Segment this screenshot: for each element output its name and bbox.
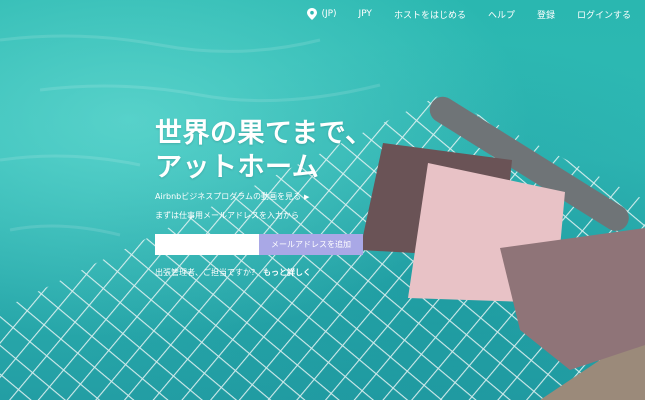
currency-label: JPY <box>358 9 372 19</box>
work-email-input[interactable] <box>155 234 259 255</box>
top-navigation: (JP) JPY ホストをはじめる ヘルプ 登録 ログインする <box>307 6 631 22</box>
email-prompt: まずは仕事用メールアドレスを入力から <box>155 211 299 220</box>
business-manager-line: 出張管理者、ご担当ですか？ もっと詳しく <box>155 267 311 278</box>
login-link[interactable]: ログインする <box>577 8 631 21</box>
become-host-link[interactable]: ホストをはじめる <box>394 8 466 21</box>
location-pin-icon <box>307 8 318 20</box>
headline-line-1: 世界の果てまで、 <box>155 118 373 149</box>
learn-more-link[interactable]: もっと詳しく <box>263 267 311 278</box>
business-question: 出張管理者、ご担当ですか？ <box>155 268 259 277</box>
play-arrow-icon: ▶ <box>303 192 310 201</box>
region-selector[interactable]: (JP) <box>307 8 337 20</box>
help-link[interactable]: ヘルプ <box>488 8 515 21</box>
currency-selector[interactable]: JPY <box>359 9 372 19</box>
watch-video-label: Airbnbビジネスプログラムの動画を見る <box>155 192 301 201</box>
hammock-scene <box>0 34 645 400</box>
region-label: (JP) <box>321 9 337 19</box>
hero-background <box>0 0 645 400</box>
add-email-button[interactable]: メールアドレスを追加 <box>259 234 363 255</box>
signup-link[interactable]: 登録 <box>537 8 555 21</box>
headline-line-2: アットホーム <box>155 152 320 183</box>
watch-video-link[interactable]: Airbnbビジネスプログラムの動画を見る ▶ <box>155 191 309 202</box>
hero-headline: 世界の果てまで、 アットホーム <box>155 117 373 185</box>
email-signup-form: メールアドレスを追加 <box>155 234 363 255</box>
